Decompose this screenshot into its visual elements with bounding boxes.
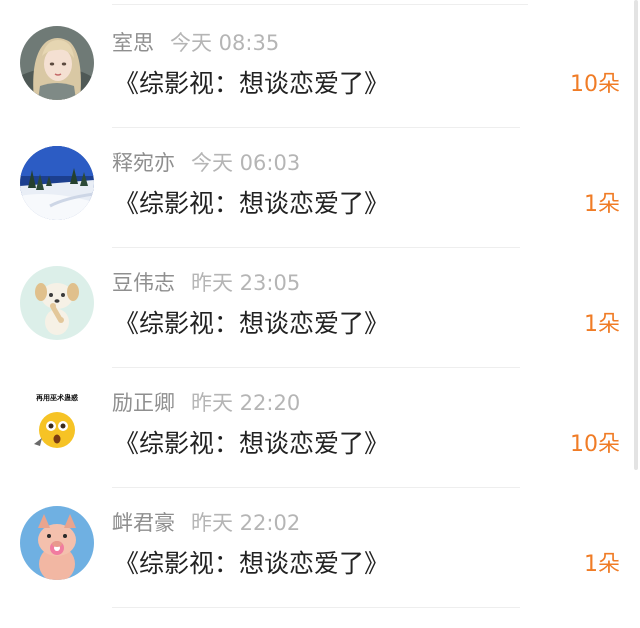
book-title[interactable]: 《综影视：想谈恋爱了》: [114, 68, 389, 100]
book-title[interactable]: 《综影视：想谈恋爱了》: [114, 188, 389, 220]
user-name[interactable]: 室思: [112, 31, 154, 55]
timestamp: 昨天 22:20: [191, 391, 301, 415]
list-item[interactable]: 释宛亦 今天 06:03 《综影视：想谈恋爱了》 1朵: [0, 128, 632, 248]
item-meta: 励正卿 昨天 22:20: [112, 390, 300, 416]
girl-portrait-avatar-icon[interactable]: [20, 26, 94, 100]
user-name[interactable]: 释宛亦: [112, 151, 175, 175]
item-meta: 室思 今天 08:35: [112, 30, 279, 56]
timestamp: 今天 08:35: [170, 31, 280, 55]
timestamp: 今天 06:03: [191, 151, 301, 175]
flower-count: 10朵: [570, 72, 620, 97]
list-item[interactable]: 衅君豪 昨天 22:02 《综影视：想谈恋爱了》 1朵: [0, 488, 632, 608]
flower-count: 1朵: [584, 552, 620, 577]
gift-feed-list: 室思 今天 08:35 《综影视：想谈恋爱了》 10朵 释宛亦 今天 06:03…: [0, 8, 632, 608]
item-meta: 豆伟志 昨天 23:05: [112, 270, 300, 296]
user-name[interactable]: 衅君豪: [112, 511, 175, 535]
flower-count: 10朵: [570, 432, 620, 457]
user-name[interactable]: 豆伟志: [112, 271, 175, 295]
user-name[interactable]: 励正卿: [112, 391, 175, 415]
flower-count: 1朵: [584, 312, 620, 337]
snowy-landscape-avatar-icon[interactable]: [20, 146, 94, 220]
avatar-caption: 再用巫术蛊惑: [36, 393, 78, 402]
pig-with-pacifier-avatar-icon[interactable]: [20, 506, 94, 580]
item-meta: 衅君豪 昨天 22:02: [112, 510, 300, 536]
gift-list-page: 室思 今天 08:35 《综影视：想谈恋爱了》 10朵 释宛亦 今天 06:03…: [0, 0, 640, 628]
flower-count: 1朵: [584, 192, 620, 217]
book-title[interactable]: 《综影视：想谈恋爱了》: [114, 308, 389, 340]
book-title[interactable]: 《综影视：想谈恋爱了》: [114, 548, 389, 580]
list-item[interactable]: 室思 今天 08:35 《综影视：想谈恋爱了》 10朵: [0, 8, 632, 128]
shocked-emoji-avatar-icon[interactable]: 再用巫术蛊惑: [20, 386, 94, 460]
list-item[interactable]: 豆伟志 昨天 23:05 《综影视：想谈恋爱了》 1朵: [0, 248, 632, 368]
list-item[interactable]: 再用巫术蛊惑 励正卿 昨天 22:20 《综影视：想谈恋爱了》 10朵: [0, 368, 632, 488]
divider: [112, 4, 528, 5]
scrollbar[interactable]: [634, 0, 638, 470]
item-meta: 释宛亦 今天 06:03: [112, 150, 300, 176]
book-title[interactable]: 《综影视：想谈恋爱了》: [114, 428, 389, 460]
timestamp: 昨天 22:02: [191, 511, 301, 535]
puppy-with-bone-avatar-icon[interactable]: [20, 266, 94, 340]
timestamp: 昨天 23:05: [191, 271, 301, 295]
divider: [112, 607, 520, 608]
